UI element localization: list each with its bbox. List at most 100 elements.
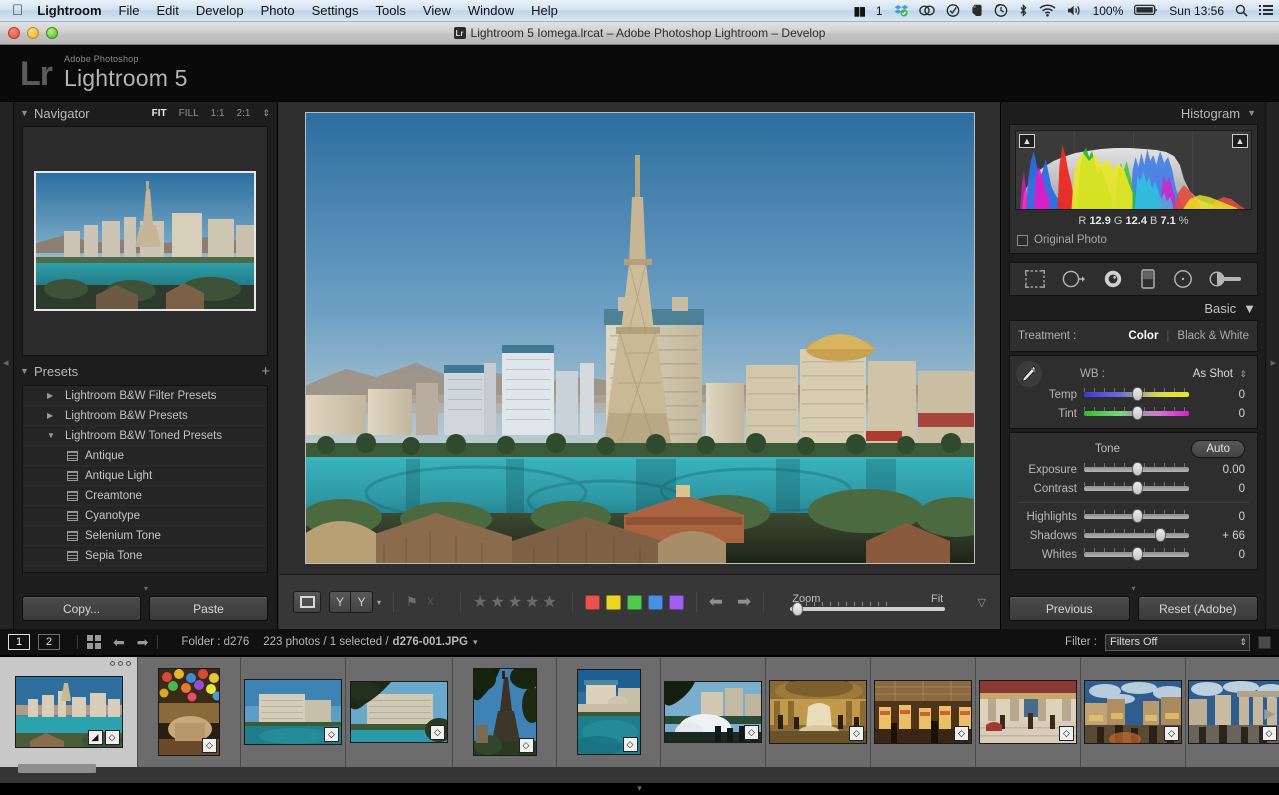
edit-badge-icon[interactable]: ◇	[518, 738, 534, 753]
shadow-clipping-indicator[interactable]: ▲	[1019, 134, 1035, 148]
temp-slider-track[interactable]	[1084, 387, 1189, 401]
zoom-slider-group[interactable]: Zoom Fit	[790, 593, 946, 616]
thumbnail-image[interactable]: ◇	[979, 680, 1077, 744]
color-label-yellow[interactable]	[605, 594, 621, 610]
window-controls[interactable]	[8, 27, 58, 39]
nav-mode-fill[interactable]: FILL	[179, 108, 199, 119]
input-source-icon[interactable]: ▮▮	[854, 4, 866, 18]
basic-collapse-icon[interactable]: ▼	[1243, 301, 1256, 316]
filmstrip-item-4[interactable]: ◇	[453, 657, 557, 767]
go-forward-icon[interactable]: ➡	[137, 634, 149, 651]
filmstrip-item-6[interactable]: ◇	[661, 657, 766, 767]
navigator-collapse-icon[interactable]: ▼	[20, 108, 29, 118]
paste-button[interactable]: Paste	[149, 596, 268, 621]
menu-settings[interactable]: Settings	[312, 3, 359, 18]
edit-badge-icon[interactable]: ◇	[622, 737, 638, 752]
presets-panel-header[interactable]: ▼ Presets +	[14, 360, 278, 382]
thumbnail-image[interactable]: ◇	[664, 681, 762, 743]
preset-group-bw-toned[interactable]: ▼ Lightroom B&W Toned Presets	[23, 426, 267, 446]
filmstrip-item-10[interactable]: ◇	[1081, 657, 1186, 767]
preset-item-cyanotype[interactable]: Cyanotype	[23, 506, 267, 526]
minimize-button[interactable]	[27, 27, 39, 39]
contrast-value[interactable]: 0	[1211, 483, 1249, 495]
thumbnail-image[interactable]: ◢ ◇	[14, 676, 123, 748]
toolbar-options-caret-icon[interactable]: ▽	[978, 596, 986, 609]
edit-badge-icon[interactable]: ◇	[324, 727, 339, 742]
filmstrip-item-5[interactable]: ◇	[557, 657, 661, 767]
histogram-graph[interactable]: ▲ ▲	[1015, 130, 1252, 210]
menu-edit[interactable]: Edit	[156, 3, 178, 18]
color-label-red[interactable]	[584, 594, 600, 610]
before-after-icon-right[interactable]: Y	[351, 591, 373, 613]
filmstrip-item-2[interactable]: ◇	[241, 657, 346, 767]
tint-slider-track[interactable]	[1084, 406, 1189, 420]
identity-plate[interactable]: Lr Adobe Photoshop Lightroom 5	[20, 55, 188, 91]
filmstrip-item-9[interactable]: ◇	[976, 657, 1081, 767]
copy-button[interactable]: Copy...	[22, 596, 141, 621]
zoom-button[interactable]	[46, 27, 58, 39]
current-file-name[interactable]: d276-001.JPG	[393, 636, 468, 648]
temp-slider-handle[interactable]	[1131, 387, 1143, 401]
main-photo[interactable]	[304, 112, 975, 564]
thumbnail-image[interactable]: ◇	[158, 668, 220, 756]
thumbnail-image[interactable]: ◇	[472, 668, 537, 756]
treatment-bw-option[interactable]: Black & White	[1177, 330, 1249, 342]
go-back-icon[interactable]: ⬅	[113, 634, 125, 651]
edit-badge-icon[interactable]: ◇	[1261, 726, 1277, 741]
filter-toggle-button[interactable]	[1258, 635, 1271, 649]
previous-photo-icon[interactable]: ⬅	[709, 592, 723, 612]
left-panel-expand-caret[interactable]: ▾	[14, 584, 278, 593]
speaker-icon[interactable]	[1067, 4, 1082, 19]
bluetooth-icon[interactable]	[1019, 3, 1028, 19]
edit-badge-icon[interactable]: ◇	[1059, 726, 1074, 741]
menu-file[interactable]: File	[119, 3, 140, 18]
preset-item-selenium-tone[interactable]: Selenium Tone	[23, 526, 267, 546]
menu-develop[interactable]: Develop	[196, 3, 244, 18]
right-panel-collapse-strip[interactable]: ▸	[1265, 102, 1279, 629]
color-label-green[interactable]	[626, 594, 642, 610]
histogram-collapse-icon[interactable]: ▼	[1247, 108, 1256, 118]
apple-menu-icon[interactable]: 	[12, 3, 23, 18]
right-panel-expand-caret[interactable]: ▾	[1001, 584, 1266, 593]
edit-badge-icon[interactable]: ◇	[202, 738, 217, 753]
whites-slider-track[interactable]	[1084, 547, 1189, 561]
tint-value[interactable]: 0	[1211, 408, 1249, 420]
menu-lightroom[interactable]: Lightroom	[37, 3, 101, 18]
highlights-slider-track[interactable]	[1084, 509, 1189, 523]
shadows-value[interactable]: + 66	[1211, 530, 1249, 542]
before-after-caret-icon[interactable]: ▾	[377, 598, 381, 607]
temp-value[interactable]: 0	[1211, 389, 1249, 401]
left-panel-collapse-strip[interactable]: ◂	[0, 102, 14, 629]
filter-select[interactable]: Filters Off ⇕	[1105, 633, 1250, 651]
preset-item-sepia-tone[interactable]: Sepia Tone	[23, 546, 267, 566]
red-eye-icon[interactable]	[1102, 269, 1124, 289]
highlight-clipping-indicator[interactable]: ▲	[1232, 134, 1248, 148]
notification-center-icon[interactable]	[1259, 4, 1273, 18]
thumbnail-image[interactable]: ◇	[350, 681, 448, 743]
thumbnail-image[interactable]: ◇	[874, 680, 972, 744]
graduated-filter-icon[interactable]	[1139, 268, 1157, 290]
flag-pick-icon[interactable]: ⚑	[406, 595, 419, 609]
develop-badge-icon[interactable]: ◢	[87, 730, 103, 745]
wb-stepper-icon[interactable]: ⇕	[1239, 369, 1247, 380]
filmstrip-item-0[interactable]: ◢ ◇	[0, 657, 138, 767]
basic-panel-header[interactable]: Basic ▼	[1001, 296, 1266, 320]
exposure-value[interactable]: 0.00	[1211, 464, 1249, 476]
exposure-slider-handle[interactable]	[1131, 462, 1143, 476]
presets-list[interactable]: ▶ Lightroom B&W Filter Presets ▶ Lightro…	[22, 385, 268, 573]
rating-stars[interactable]: ★★★★★	[473, 592, 560, 612]
histogram-panel-header[interactable]: Histogram ▼	[1001, 102, 1266, 124]
flag-reject-icon[interactable]: ☓	[427, 595, 440, 609]
spot-removal-icon[interactable]	[1061, 269, 1087, 289]
chevron-right-icon[interactable]: ▶	[47, 391, 53, 400]
chevron-right-icon[interactable]: ▶	[47, 411, 53, 420]
wb-value[interactable]: As Shot	[1193, 368, 1233, 380]
reset-button[interactable]: Reset (Adobe)	[1137, 596, 1258, 621]
thumbnail-image[interactable]: ◇	[576, 669, 641, 755]
color-label-purple[interactable]	[668, 594, 684, 610]
file-dropdown-caret-icon[interactable]: ▾	[473, 637, 478, 648]
color-label-blue[interactable]	[647, 594, 663, 610]
loupe-view-button[interactable]	[293, 591, 321, 613]
preset-item-antique-light[interactable]: Antique Light	[23, 466, 267, 486]
crop-overlay-icon[interactable]	[1024, 269, 1046, 289]
